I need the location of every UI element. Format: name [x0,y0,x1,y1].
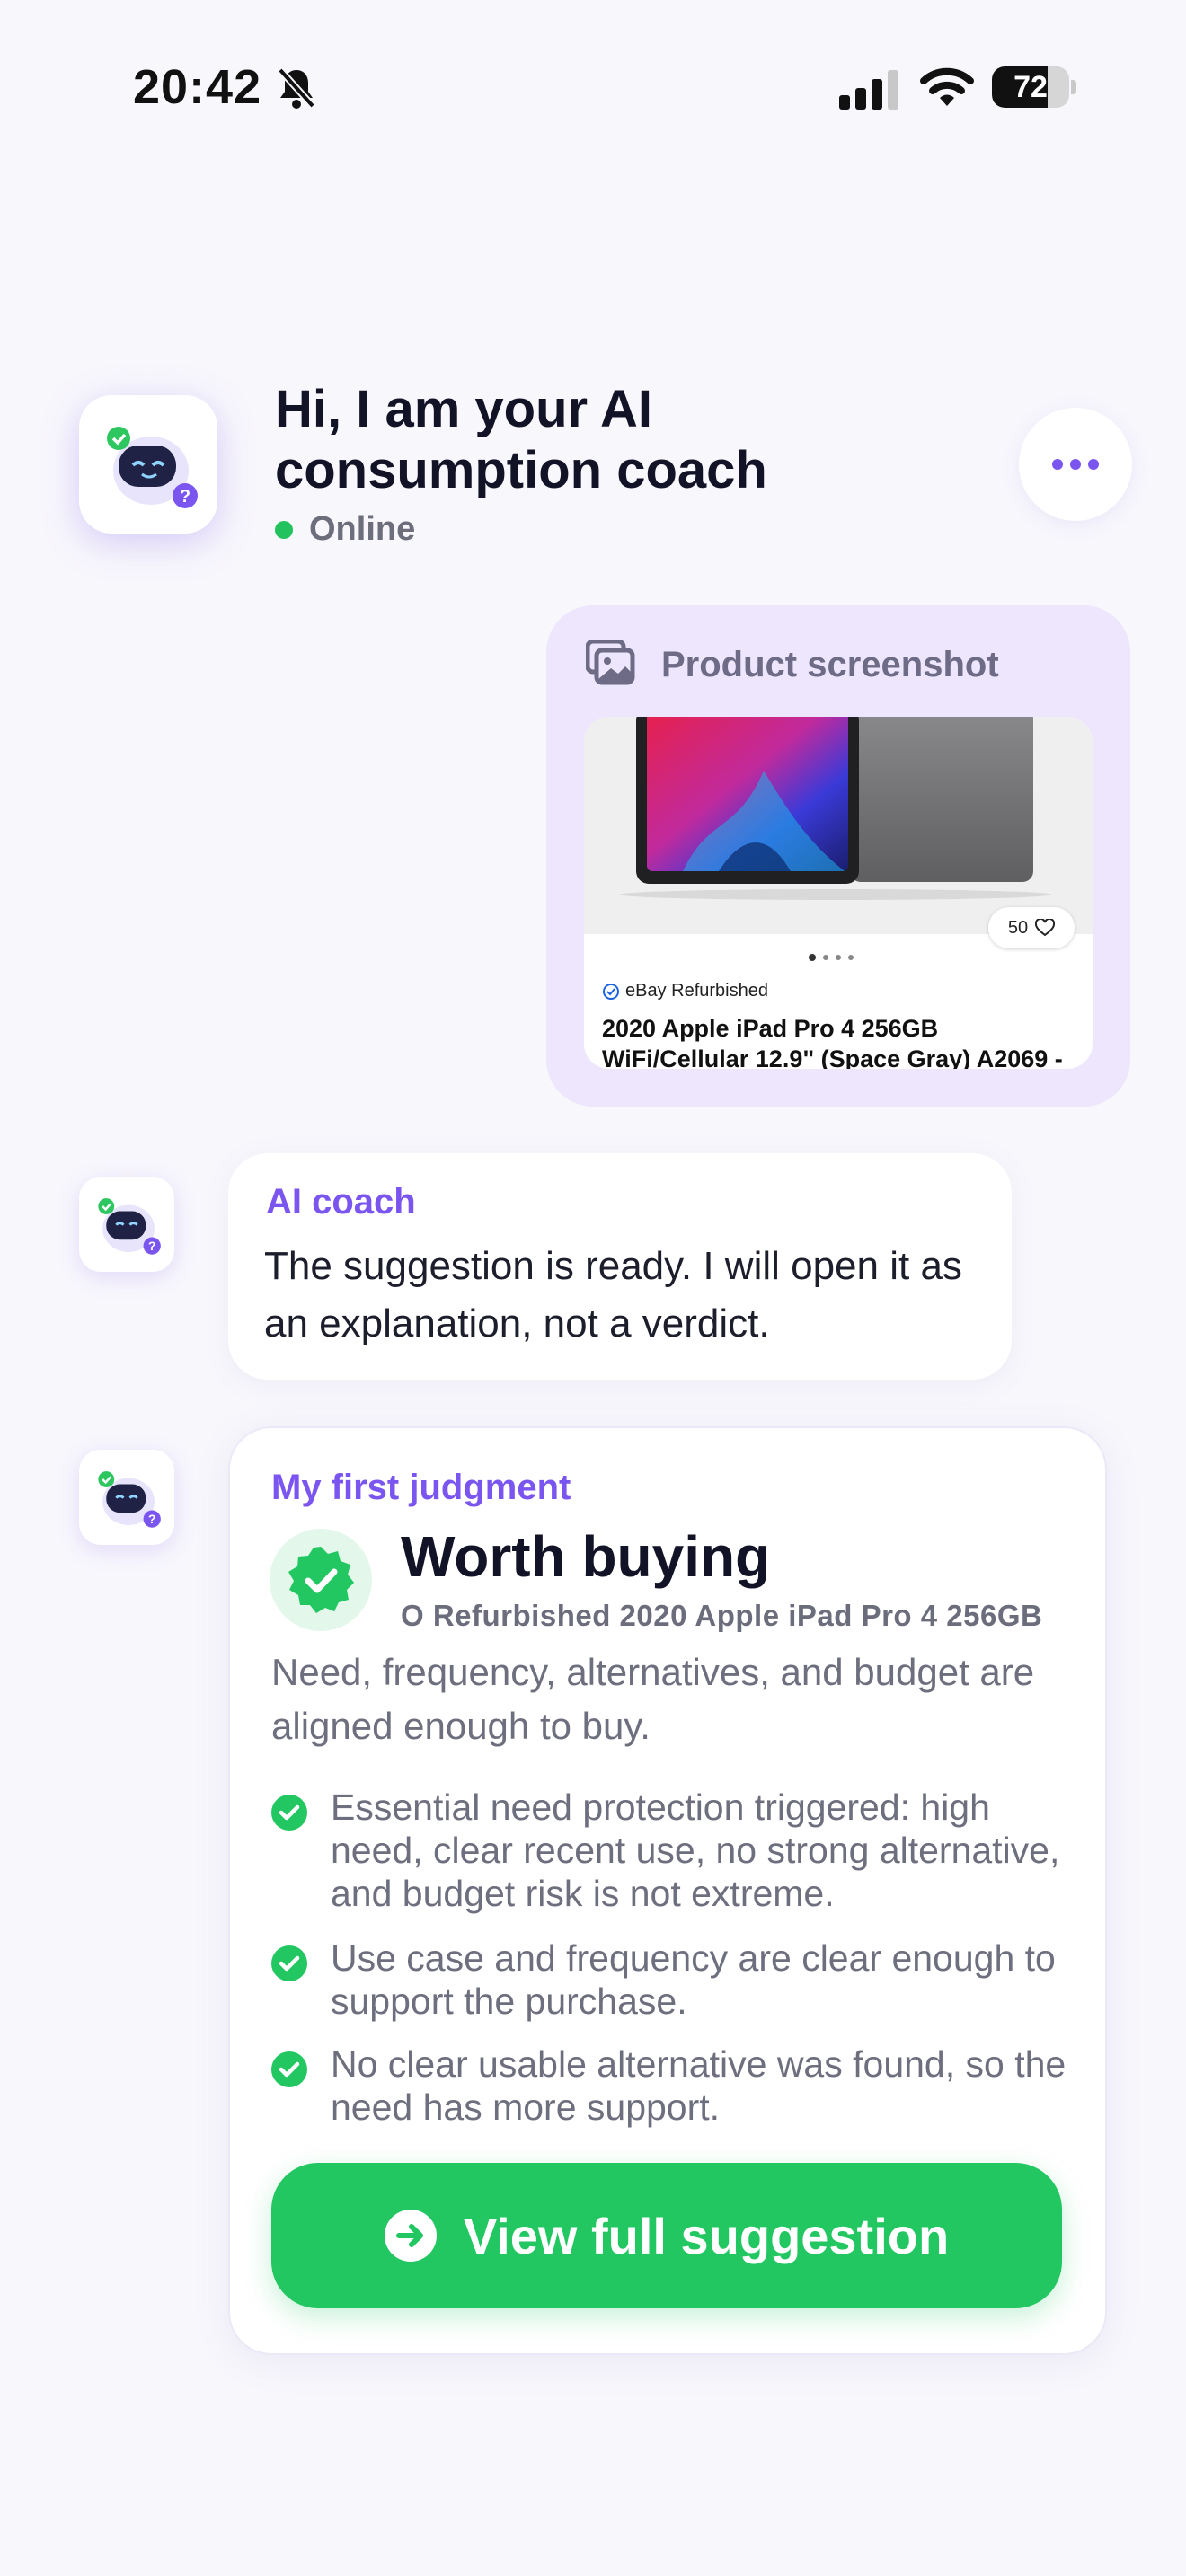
reason-text: Use case and frequency are clear enough … [331,1937,1056,2022]
reason-text: Essential need protection triggered: hig… [331,1786,1060,1914]
listing-title: 2020 Apple iPad Pro 4 256GB WiFi/Cellula… [602,1015,1063,1069]
coach-avatar: ? [79,395,217,534]
verdict-title: Worth buying [401,1524,771,1589]
cellular-signal-icon [839,70,898,110]
page-title: Hi, I am your AI consumption coach [275,380,767,499]
more-options-button[interactable] [1019,408,1132,521]
wifi-icon [920,67,974,106]
coach-avatar-small: ? [79,1177,174,1272]
product-name: O Refurbished 2020 Apple iPad Pro 4 256G… [401,1599,1043,1632]
reason-text: No clear usable alternative was found, s… [331,2043,1067,2128]
images-icon [586,640,635,685]
like-count: 50 [1007,917,1029,938]
heart-icon [1035,919,1056,937]
reason-item: No clear usable alternative was found, s… [271,2042,1080,2129]
bell-slash-icon [278,67,315,109]
coach-sender-name: AI coach [266,1182,416,1222]
arrow-right-circle-icon [384,2210,437,2262]
verified-check-icon [603,983,619,1000]
robot-icon: ? [107,427,198,508]
carousel-dots [809,954,854,961]
battery-icon: 72 [992,66,1078,108]
battery-level: 72 [1013,70,1048,104]
seller-row: eBay Refurbished [602,981,768,1001]
check-circle-icon [271,2051,307,2087]
online-status-dot [275,521,293,539]
robot-icon: ? [98,1198,161,1255]
product-screenshot-image[interactable]: 50 eBay Refurbished 2020 Apple iPad Pro … [584,717,1093,1069]
svg-text:?: ? [148,1513,155,1526]
cta-label: View full suggestion [463,2207,950,2264]
seller-name: eBay Refurbished [625,981,768,1001]
check-circle-icon [271,1795,307,1831]
reason-item: Use case and frequency are clear enough … [271,1936,1080,2023]
product-photo: 50 [584,717,1093,948]
svg-text:?: ? [148,1239,155,1253]
coach-avatar-small: ? [79,1450,174,1545]
verified-seal-icon [288,1547,354,1613]
favorite-button[interactable]: 50 [988,907,1075,948]
judgment-label: My first judgment [271,1468,571,1507]
check-circle-icon [271,1945,307,1981]
status-time: 20:42 [133,60,262,114]
judgment-summary: Need, frequency, alternatives, and budge… [271,1651,1035,1747]
reason-item: Essential need protection triggered: hig… [271,1786,1080,1915]
coach-message-text: The suggestion is ready. I will open it … [264,1244,962,1345]
view-full-suggestion-button[interactable]: View full suggestion [271,2163,1062,2308]
product-screenshot-label: Product screenshot [661,645,999,684]
robot-icon: ? [98,1471,161,1528]
online-status: Online [309,510,416,548]
ellipsis-icon [1052,459,1099,470]
svg-text:?: ? [180,487,190,507]
